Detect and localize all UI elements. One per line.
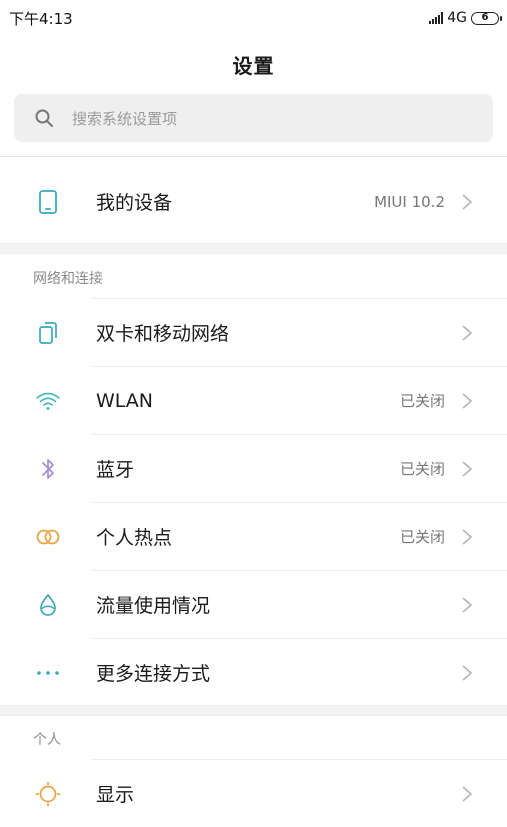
section-gap [0, 243, 507, 254]
water-drop-icon [35, 592, 61, 618]
row-label: 更多连接方式 [96, 663, 211, 685]
row-label: WLAN [96, 389, 154, 412]
sun-icon [35, 781, 61, 807]
search-placeholder: 搜索系统设置项 [72, 109, 178, 128]
section-gap [0, 705, 507, 716]
divider [0, 156, 507, 157]
row-bluetooth[interactable]: 蓝牙 已关闭 [0, 435, 507, 502]
row-data-usage[interactable]: 流量使用情况 [0, 571, 507, 638]
row-label: 个人热点 [96, 527, 173, 549]
chevron-right-icon [462, 596, 473, 613]
wifi-icon [35, 388, 61, 414]
row-value: MIUI 10.2 [374, 192, 445, 211]
status-time: 下午4:13 [9, 9, 73, 28]
chevron-right-icon [462, 392, 473, 409]
row-hotspot[interactable]: 个人热点 已关闭 [0, 503, 507, 570]
row-more-connections[interactable]: 更多连接方式 [0, 639, 507, 706]
row-wlan[interactable]: WLAN 已关闭 [0, 367, 507, 434]
chevron-right-icon [462, 193, 473, 210]
search-input[interactable]: 搜索系统设置项 [14, 94, 493, 142]
search-icon [35, 109, 53, 127]
page-title: 设置 [232, 54, 275, 78]
chevron-right-icon [462, 528, 473, 545]
status-indicators: 4G 6 [429, 10, 502, 26]
status-bar: 下午4:13 4G 6 [0, 0, 507, 36]
row-label: 显示 [96, 784, 135, 806]
chevron-right-icon [462, 460, 473, 477]
phone-icon [35, 189, 61, 215]
hotspot-icon [35, 524, 61, 550]
row-display[interactable]: 显示 [0, 760, 507, 827]
row-value: 已关闭 [399, 460, 445, 478]
more-dots-icon [35, 660, 61, 686]
chevron-right-icon [462, 324, 473, 341]
chevron-right-icon [462, 664, 473, 681]
sim-card-icon [35, 320, 61, 346]
network-type: 4G [447, 10, 467, 26]
section-header-network: 网络和连接 [33, 271, 103, 287]
row-value: 已关闭 [399, 528, 445, 546]
battery-icon: 6 [471, 11, 502, 25]
row-label: 蓝牙 [96, 459, 135, 481]
row-value: 已关闭 [399, 392, 445, 410]
row-label: 双卡和移动网络 [96, 323, 230, 345]
section-header-personal: 个人 [33, 732, 61, 748]
row-label: 流量使用情况 [96, 595, 211, 617]
row-label: 我的设备 [96, 192, 173, 214]
battery-level: 6 [481, 12, 489, 23]
signal-icon [429, 12, 444, 24]
row-my-device[interactable]: 我的设备 MIUI 10.2 [0, 168, 507, 235]
row-sim-mobile-network[interactable]: 双卡和移动网络 [0, 299, 507, 366]
bluetooth-icon [35, 456, 61, 482]
